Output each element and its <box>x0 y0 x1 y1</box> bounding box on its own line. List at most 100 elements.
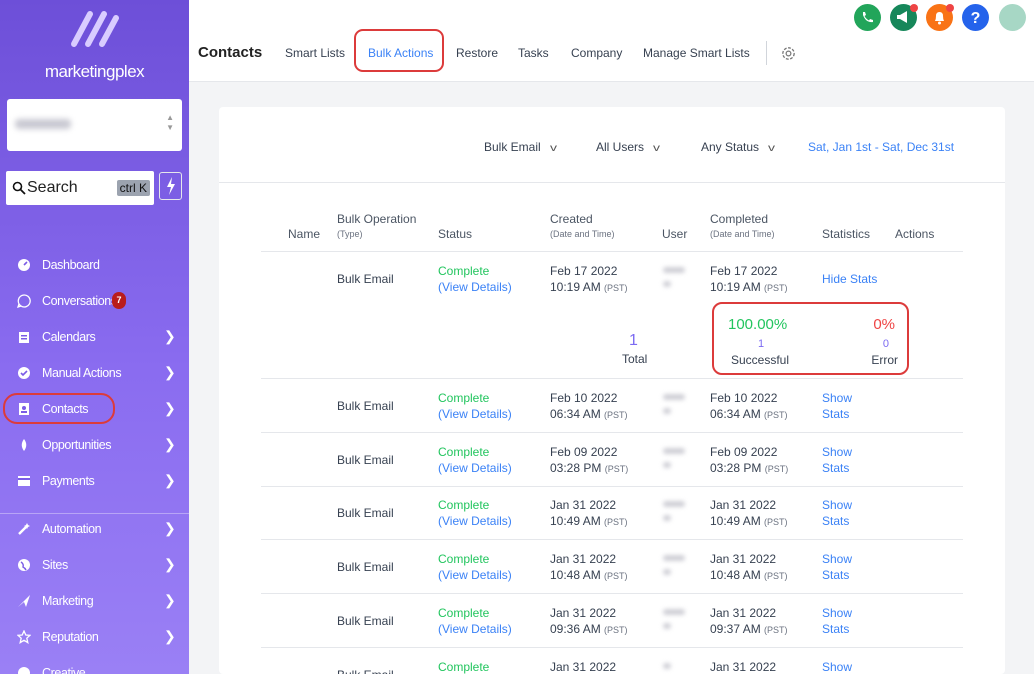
show-stats-label: Show <box>822 552 853 566</box>
show-stats-link[interactable]: Show Stats <box>822 551 852 583</box>
tab-manage-smart-lists[interactable]: Manage Smart Lists <box>643 46 750 60</box>
user-name-redacted <box>663 267 685 293</box>
chevron-right-icon: ❯ <box>164 328 176 344</box>
search-box[interactable]: Search ctrl K <box>6 171 154 205</box>
sidebar-item-sites[interactable]: Sites ❯ <box>0 547 189 583</box>
cell-completed: Feb 09 2022 03:28 PM (PST) <box>710 444 788 477</box>
chat-icon <box>17 294 31 308</box>
date-range-filter[interactable]: Sat, Jan 1st - Sat, Dec 31st <box>808 140 954 154</box>
cell-operation-type: Bulk Email <box>337 667 394 674</box>
phone-button[interactable] <box>854 4 881 31</box>
view-details-link[interactable]: (View Details) <box>438 279 512 295</box>
users-filter-label: All Users <box>596 140 645 154</box>
completed-time: 06:34 AM <box>710 407 761 421</box>
tab-restore[interactable]: Restore <box>456 46 498 60</box>
check-badge-icon <box>18 367 30 379</box>
sidebar-item-manual-actions[interactable]: Manual Actions ❯ <box>0 355 189 391</box>
operation-filter[interactable]: Bulk Email v <box>484 140 557 154</box>
chevron-right-icon: ❯ <box>164 472 176 488</box>
cell-created: Jan 31 2022 10:49 AM (PST) <box>550 497 628 530</box>
show-stats-link[interactable]: Show Stats <box>822 444 852 476</box>
column-header-operation: Bulk Operation (Type) <box>337 212 416 239</box>
view-details-link[interactable]: (View Details) <box>438 567 512 583</box>
view-details-link[interactable]: (View Details) <box>438 621 512 637</box>
view-details-link[interactable]: (View Details) <box>438 513 512 529</box>
sidebar-item-reputation[interactable]: Reputation ❯ <box>0 619 189 655</box>
sidebar-item-creative[interactable]: Creative <box>0 655 189 674</box>
completed-date: Jan 31 2022 <box>710 660 777 674</box>
cell-status: Complete (View Details) <box>438 497 512 529</box>
show-stats-label: Show <box>822 606 853 620</box>
column-header-created: Created (Date and Time) <box>550 212 615 239</box>
timezone-label: (PST) <box>764 464 789 474</box>
chevron-right-icon: ❯ <box>164 628 176 644</box>
sidebar-item-dashboard[interactable]: Dashboard <box>0 247 189 283</box>
chevron-down-icon: v <box>768 143 776 154</box>
notifications-button[interactable] <box>926 4 954 31</box>
cell-operation-type: Bulk Email <box>337 399 394 413</box>
column-header-statistics: Statistics <box>822 227 871 241</box>
created-time: 06:34 AM <box>550 407 601 421</box>
created-date: Jan 31 2022 <box>550 660 617 674</box>
gear-icon[interactable] <box>780 45 797 62</box>
globe-icon <box>18 559 30 571</box>
view-details-link[interactable]: (View Details) <box>438 460 512 476</box>
sidebar-item-payments[interactable]: Payments ❯ <box>0 463 189 499</box>
sidebar-item-calendars[interactable]: Calendars ❯ <box>0 319 189 355</box>
sidebar-item-automation[interactable]: Automation ❯ <box>0 511 189 547</box>
success-percentage: 100.00% <box>728 316 788 333</box>
show-stats-link[interactable]: Show Stats <box>822 497 852 529</box>
logo[interactable]: marketingplex <box>0 4 189 81</box>
users-filter[interactable]: All Users v <box>596 140 660 154</box>
cell-created: Feb 17 2022 10:19 AM (PST) <box>550 263 628 296</box>
created-date: Jan 31 2022 <box>550 498 617 512</box>
created-time: 09:36 AM <box>550 622 601 636</box>
account-switcher[interactable]: ▲ ▼ <box>7 99 182 151</box>
status-filter[interactable]: Any Status v <box>701 140 776 154</box>
completed-date: Jan 31 2022 <box>710 606 777 620</box>
tab-company[interactable]: Company <box>571 46 622 60</box>
sidebar-item-opportunities[interactable]: Opportunities ❯ <box>0 427 189 463</box>
sidebar-item-conversations[interactable]: Conversations 7 <box>0 283 189 319</box>
cell-completed: Feb 10 2022 06:34 AM (PST) <box>710 390 788 423</box>
search-shortcut: ctrl K <box>116 180 150 196</box>
cell-operation-type: Bulk Email <box>337 560 394 574</box>
cell-created: Feb 09 2022 03:28 PM (PST) <box>550 444 628 477</box>
cell-operation-type: Bulk Email <box>337 614 394 628</box>
status-text: Complete <box>438 552 490 566</box>
search-icon <box>12 181 26 195</box>
show-stats-label: Stats <box>822 514 850 528</box>
sidebar-item-label: Conversations <box>42 294 117 308</box>
user-avatar[interactable] <box>999 4 1026 31</box>
completed-time: 09:37 AM <box>710 622 761 636</box>
cell-created: Jan 31 2022 09:36 AM (PST) <box>550 605 628 638</box>
sidebar-item-label: Payments <box>42 474 95 488</box>
help-button[interactable]: ? <box>962 4 989 31</box>
cell-operation-type: Bulk Email <box>337 453 394 467</box>
tab-tasks[interactable]: Tasks <box>518 46 549 60</box>
column-header-completed-label: Completed <box>710 212 769 226</box>
show-stats-link[interactable]: Show <box>822 659 852 674</box>
quick-action-button[interactable] <box>159 172 182 200</box>
cell-status: Complete <box>438 659 489 674</box>
show-stats-link[interactable]: Show Stats <box>822 605 852 637</box>
status-text: Complete <box>438 660 490 674</box>
view-details-link[interactable]: (View Details) <box>438 406 512 422</box>
completed-date: Feb 17 2022 <box>710 264 778 278</box>
sidebar-item-marketing[interactable]: Marketing ❯ <box>0 583 189 619</box>
hide-stats-link[interactable]: Hide Stats <box>822 271 877 287</box>
tab-divider <box>766 41 767 65</box>
row-divider <box>261 486 963 487</box>
tab-smart-lists[interactable]: Smart Lists <box>285 46 345 60</box>
page-title: Contacts <box>198 44 263 61</box>
bulk-actions-highlight-outline <box>354 29 444 72</box>
announcements-button[interactable] <box>890 4 918 31</box>
cell-operation-type: Bulk Email <box>337 272 394 286</box>
cell-completed: Feb 17 2022 10:19 AM (PST) <box>710 263 788 296</box>
show-stats-link[interactable]: Show Stats <box>822 390 852 422</box>
completed-time: 10:19 AM <box>710 280 761 294</box>
palette-icon <box>18 667 30 674</box>
cell-status: Complete (View Details) <box>438 263 512 295</box>
created-date: Jan 31 2022 <box>550 552 617 566</box>
completed-date: Jan 31 2022 <box>710 498 777 512</box>
